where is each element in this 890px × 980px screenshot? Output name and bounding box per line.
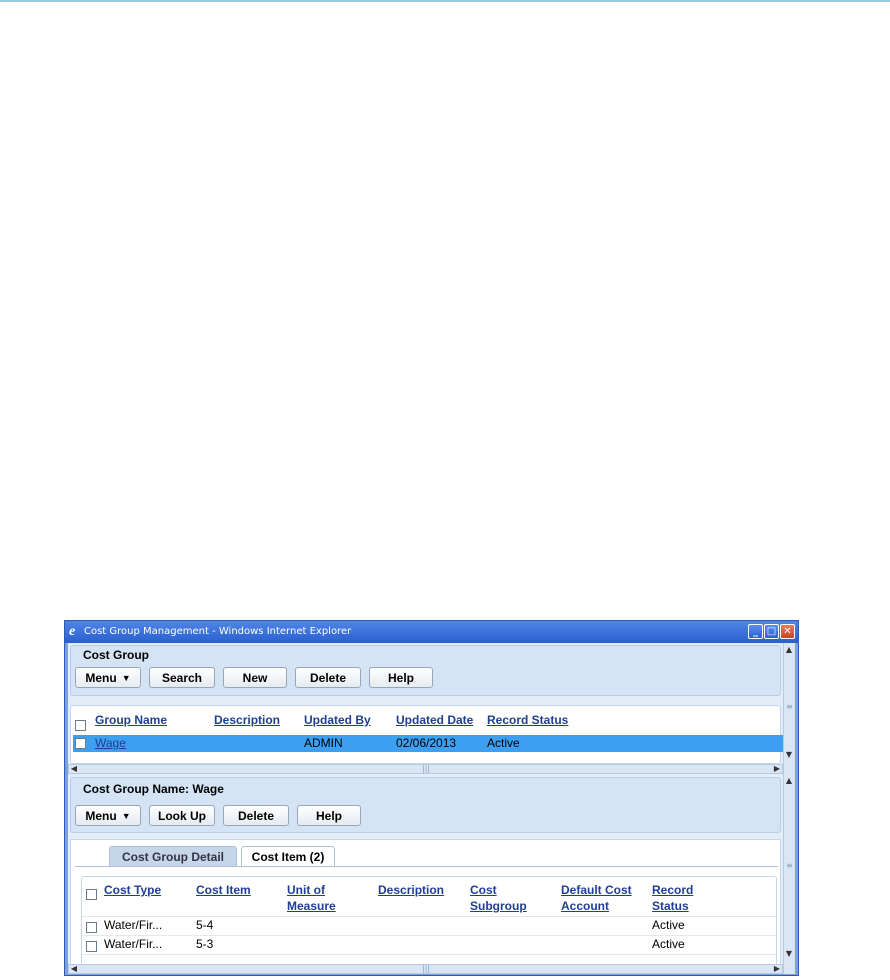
scroll-right-icon[interactable]: ▶ — [772, 764, 782, 774]
scroll-up-icon[interactable]: ▲ — [784, 645, 794, 655]
window-title: Cost Group Management - Windows Internet… — [84, 626, 352, 637]
detail-help-button[interactable]: Help — [297, 805, 361, 826]
minimize-icon: _ — [753, 626, 758, 637]
scroll-grip-icon[interactable]: ||| — [422, 965, 430, 973]
table-row[interactable]: Water/Fir... 5-4 Active — [82, 916, 776, 935]
column-header-updated-by[interactable]: Updated By — [304, 712, 371, 728]
column-header-default-cost-account[interactable]: Default Cost Account — [561, 882, 632, 914]
cost-item-grid: Cost Type Cost Item Unit of Measure Descr… — [81, 876, 777, 969]
column-header-cost-type[interactable]: Cost Type — [104, 882, 161, 898]
column-header-updated-date[interactable]: Updated Date — [396, 712, 473, 728]
menu-label: Menu — [85, 808, 117, 823]
scroll-grip-icon[interactable]: ||| — [422, 765, 430, 773]
new-button[interactable]: New — [223, 667, 287, 688]
top-divider — [0, 0, 890, 2]
cost-type-cell: Water/Fir... — [104, 918, 163, 932]
lower-horizontal-scrollbar[interactable]: ◀ ||| ▶ — [68, 964, 783, 974]
ie-icon: e — [69, 624, 76, 639]
select-all-checkbox[interactable] — [75, 720, 86, 731]
cost-group-header-panel: Cost Group Menu ▼ Search New Delete Help — [70, 645, 781, 696]
row-checkbox[interactable] — [75, 738, 86, 749]
minimize-button[interactable]: _ — [748, 624, 763, 639]
look-up-button[interactable]: Look Up — [149, 805, 215, 826]
record-status-cell: Active — [487, 736, 520, 750]
column-header-cost-subgroup[interactable]: Cost Subgroup — [470, 882, 527, 914]
column-header-description[interactable]: Description — [378, 882, 444, 898]
detail-title: Cost Group Name: Wage — [83, 782, 224, 796]
column-header-cost-item[interactable]: Cost Item — [196, 882, 251, 898]
delete-button[interactable]: Delete — [295, 667, 361, 688]
column-header-unit-of-measure[interactable]: Unit of Measure — [287, 882, 336, 914]
help-button[interactable]: Help — [369, 667, 433, 688]
column-header-record-status[interactable]: Record Status — [487, 712, 568, 728]
detail-content: Cost Group Detail Cost Item (2) Cost Typ… — [70, 839, 781, 974]
table-row[interactable]: Wage ADMIN 02/06/2013 Active — [73, 735, 783, 752]
group-name-link[interactable]: Wage — [95, 736, 126, 750]
cost-group-grid: Group Name Description Updated By Update… — [70, 705, 783, 764]
status-cell: Active — [652, 937, 685, 951]
status-cell: Active — [652, 918, 685, 932]
column-header-group-name[interactable]: Group Name — [95, 712, 167, 728]
close-icon: ✕ — [783, 626, 792, 637]
updated-by-cell: ADMIN — [304, 736, 343, 750]
row-checkbox[interactable] — [86, 941, 97, 952]
cost-item-cell: 5-4 — [196, 918, 214, 932]
close-button[interactable]: ✕ — [780, 624, 795, 639]
maximize-button[interactable]: □ — [764, 624, 779, 639]
upper-vertical-scrollbar[interactable]: ▲ ≡ ▼ — [783, 643, 795, 774]
detail-delete-button[interactable]: Delete — [223, 805, 289, 826]
detail-header-panel: Cost Group Name: Wage Menu ▼ Look Up Dele… — [70, 777, 781, 833]
select-all-checkbox[interactable] — [86, 889, 97, 900]
scroll-left-icon[interactable]: ◀ — [69, 964, 79, 974]
updated-date-cell: 02/06/2013 — [396, 736, 457, 750]
scroll-down-icon[interactable]: ▼ — [784, 949, 794, 959]
lower-vertical-scrollbar[interactable]: ▲ ≡ ▼ — [783, 774, 795, 974]
upper-horizontal-scrollbar[interactable]: ◀ ||| ▶ — [68, 764, 783, 774]
tab-cost-item[interactable]: Cost Item (2) — [241, 846, 335, 867]
scroll-grip-icon[interactable]: ≡ — [786, 703, 793, 711]
chevron-down-icon: ▼ — [121, 810, 131, 821]
scroll-left-icon[interactable]: ◀ — [69, 764, 79, 774]
detail-menu-button[interactable]: Menu ▼ — [75, 805, 141, 826]
menu-button[interactable]: Menu ▼ — [75, 667, 141, 688]
tab-divider — [75, 866, 778, 867]
scroll-right-icon[interactable]: ▶ — [772, 964, 782, 974]
tab-cost-group-detail[interactable]: Cost Group Detail — [109, 846, 237, 867]
chevron-down-icon: ▼ — [121, 672, 131, 683]
cost-item-cell: 5-3 — [196, 937, 214, 951]
column-header-description[interactable]: Description — [214, 712, 280, 728]
cost-group-title: Cost Group — [83, 648, 149, 662]
row-checkbox[interactable] — [86, 922, 97, 933]
window-titlebar[interactable]: e Cost Group Management - Windows Intern… — [65, 621, 798, 643]
table-row[interactable]: Water/Fir... 5-3 Active — [82, 935, 776, 955]
cost-type-cell: Water/Fir... — [104, 937, 163, 951]
browser-window: e Cost Group Management - Windows Intern… — [64, 620, 799, 976]
column-header-record-status[interactable]: Record Status — [652, 882, 693, 914]
menu-label: Menu — [85, 670, 117, 685]
scroll-down-icon[interactable]: ▼ — [784, 750, 794, 760]
maximize-icon: □ — [766, 626, 777, 637]
window-client-area: Cost Group Menu ▼ Search New Delete Help … — [68, 643, 795, 974]
scroll-up-icon[interactable]: ▲ — [784, 776, 794, 786]
scroll-grip-icon[interactable]: ≡ — [786, 862, 793, 870]
search-button[interactable]: Search — [149, 667, 215, 688]
